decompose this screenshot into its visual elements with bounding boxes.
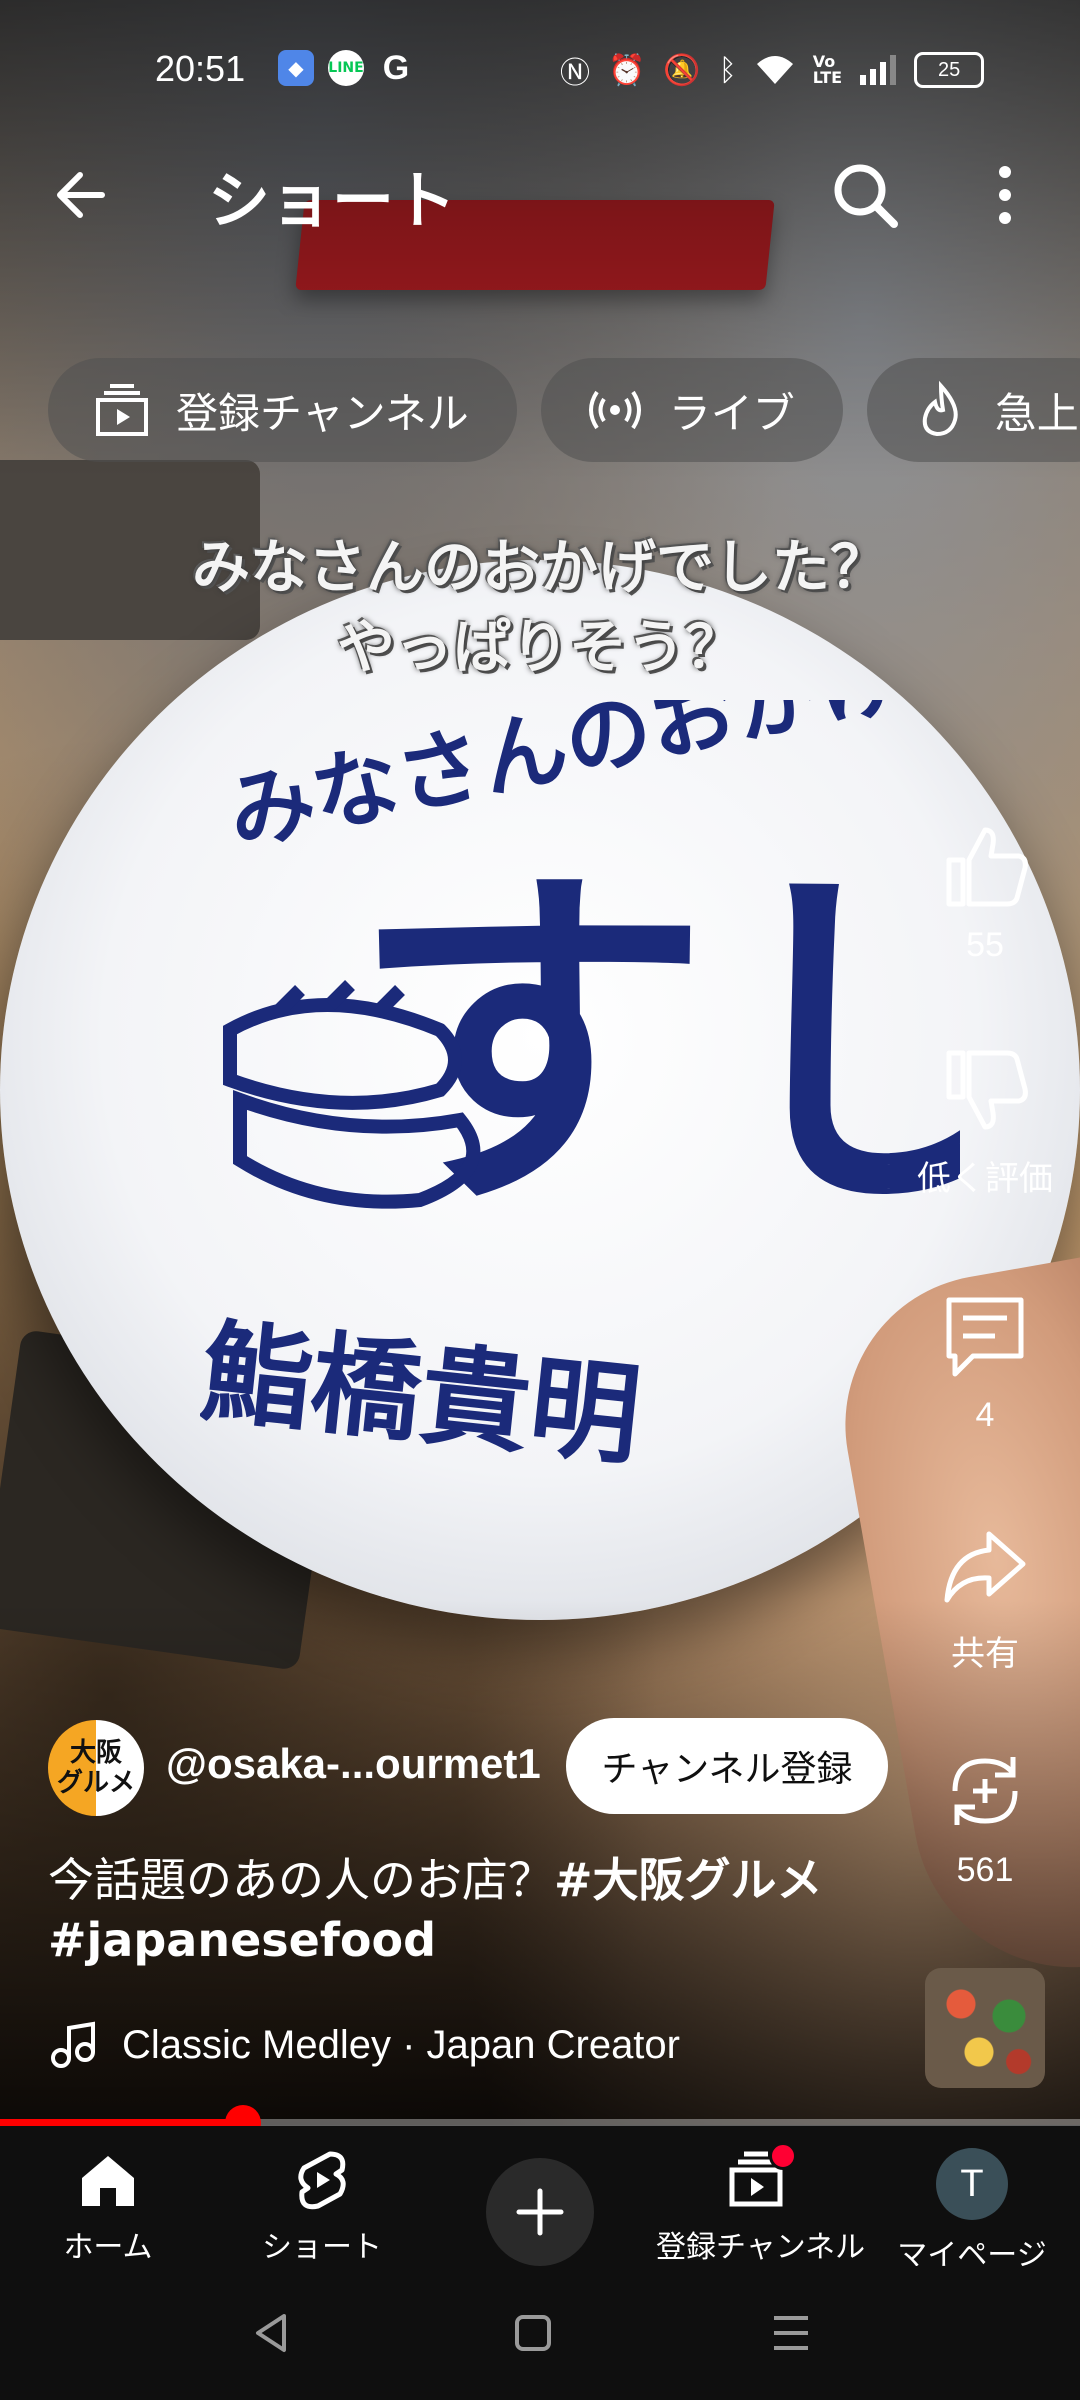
share-icon [944,1531,1026,1603]
remix-button[interactable]: 561 [900,1745,1070,1890]
search-icon[interactable] [830,160,900,230]
plate-artwork: みなさんのおかげで すし 鮨橋貴明 [200,700,960,1481]
chip-label: 急上 [994,388,1079,438]
nav-label: ホーム [63,2230,153,2265]
battery-indicator: 25 [914,52,985,88]
music-note-icon [51,2021,95,2068]
more-vert-icon[interactable] [985,160,1025,230]
wifi-icon [756,56,793,84]
app-bar: ショート [0,140,1080,250]
create-button[interactable] [486,2158,594,2266]
remix-icon [952,1757,1018,1825]
chip-subscriptions[interactable]: 登録チャンネル [48,358,517,462]
thumb-up-icon [946,827,1028,907]
back-arrow-icon[interactable] [52,165,112,225]
user-avatar: T [936,2148,1008,2220]
comment-count: 4 [975,1396,995,1434]
dislike-label: 低く評価 [917,1159,1053,1199]
google-icon: G [382,48,410,87]
page-title: ショート [208,164,457,237]
avatar-text: グルメ [56,1768,135,1798]
like-button[interactable]: 55 [900,820,1070,965]
music-thumbnail[interactable] [925,1968,1045,2088]
live-icon [588,390,641,430]
nav-shorts[interactable]: ショート [222,2148,422,2266]
alarm-icon: ⏰ [608,52,646,88]
system-navigation [0,2266,1080,2400]
maps-icon: ◆ [278,50,314,86]
trending-icon [922,380,958,437]
bluetooth-icon: ᛒ [718,52,737,88]
progress-fill [0,2119,243,2126]
video-progress-bar[interactable] [0,2105,1080,2141]
status-time: 20:51 [155,48,246,89]
avatar-text: 大阪 [69,1738,122,1768]
nav-label: 登録チャンネル [656,2230,866,2265]
subscriptions-icon [96,384,148,436]
hashtag[interactable]: #japanesefood [48,1913,436,1967]
signal-icon [860,55,897,85]
comment-icon [946,1297,1024,1377]
music-label: Classic Medley · Japan Creator [122,2022,680,2067]
hashtag[interactable]: #大阪グルメ [554,1853,823,1907]
share-button[interactable]: 共有 [900,1520,1070,1675]
subscribe-button[interactable]: チャンネル登録 [566,1718,888,1814]
video-caption-line1: みなさんのおかげでした？ [191,533,888,601]
channel-handle[interactable]: @osaka-...ourmet1 [166,1740,541,1788]
line-icon: LINE [328,50,364,86]
thumb-down-icon [946,1050,1028,1130]
remix-count: 561 [956,1851,1014,1889]
chip-label: 登録チャンネル [176,388,469,438]
music-row[interactable]: Classic Medley · Japan Creator [48,2020,680,2070]
status-bar: 20:51 ◆ LINE G Ⓝ ⏰ 🔕 ᛒ Vo LTE 25 [0,0,1080,140]
shorts-icon [298,2151,346,2210]
plus-icon [516,2188,564,2236]
system-back-icon[interactable] [248,2308,298,2358]
nav-mypage[interactable]: T マイページ [872,2148,1072,2274]
channel-avatar[interactable]: 大阪 グルメ [48,1720,144,1816]
system-icons: Ⓝ ⏰ 🔕 ᛒ Vo LTE 25 [560,48,985,92]
video-caption-line2: やっぱりそう？ [336,613,743,681]
filter-chips: 登録チャンネル ライブ 急上 [48,358,1080,462]
home-icon [82,2156,134,2206]
system-menu-icon[interactable] [766,2308,816,2358]
nav-home[interactable]: ホーム [8,2148,208,2266]
system-home-icon[interactable] [508,2308,558,2358]
comments-button[interactable]: 4 [900,1290,1070,1435]
nav-label: ショート [262,2230,382,2265]
notification-dot [769,2142,797,2170]
plate-text-name: 鮨橋貴明 [200,1307,646,1480]
video-description[interactable]: 今話題のあの人のお店？#大阪グルメ #japanesefood [48,1850,868,1970]
dislike-button[interactable]: 低く評価 [900,1045,1070,1200]
chip-trending[interactable]: 急上 [866,358,1080,462]
volte-icon: Vo LTE [812,52,843,87]
like-count: 55 [966,926,1004,964]
mute-icon: 🔕 [663,52,701,88]
description-text: 今話題のあの人のお店？ [48,1853,554,1907]
notification-icons: ◆ LINE G [278,48,414,87]
nav-subscriptions[interactable]: 登録チャンネル [656,2142,866,2266]
nfc-icon: Ⓝ [560,56,590,91]
bottom-navigation: ホーム ショート 登録チャンネル T マイページ [0,2126,1080,2273]
chip-label: ライブ [668,388,795,438]
share-label: 共有 [951,1634,1019,1674]
chip-live[interactable]: ライブ [540,358,843,462]
